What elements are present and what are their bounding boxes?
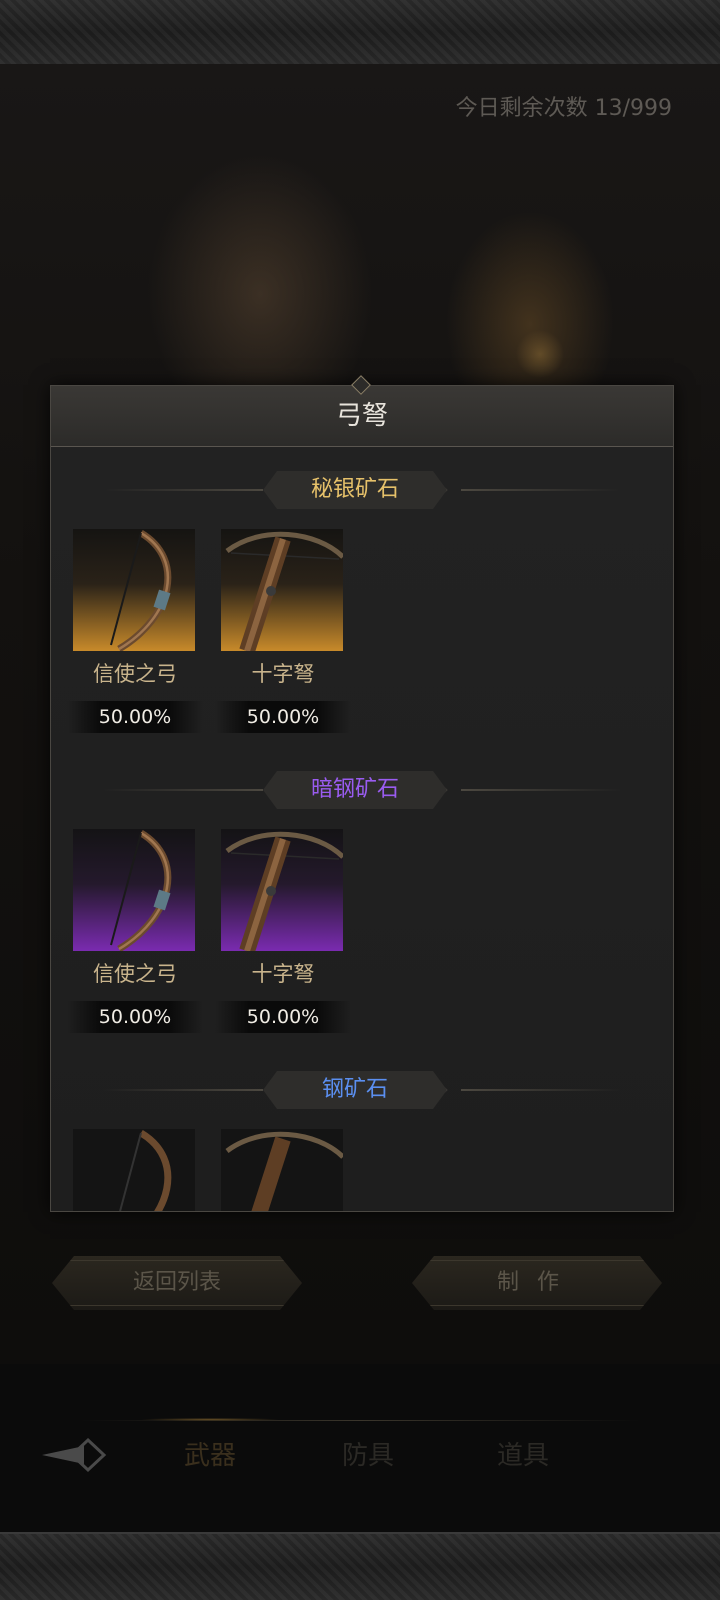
bottom-frame xyxy=(0,1532,720,1600)
bottom-nav: 武器 防具 道具 xyxy=(0,1418,720,1490)
tab-armor[interactable]: 防具 xyxy=(308,1434,428,1478)
tab-items[interactable]: 道具 xyxy=(463,1434,583,1478)
back-to-list-button[interactable]: 返回列表 xyxy=(52,1256,302,1310)
section-divider xyxy=(103,1089,263,1091)
bow-icon xyxy=(73,1129,195,1211)
make-button[interactable]: 制作 xyxy=(412,1256,662,1310)
section-divider xyxy=(461,789,621,791)
remaining-count: 今日剩余次数 13/999 xyxy=(455,96,672,121)
item-chance: 50.00% xyxy=(67,701,203,733)
diamond-arrow-left-icon[interactable] xyxy=(42,1432,112,1478)
item-chance: 50.00% xyxy=(67,1001,203,1033)
item-name: 十字弩 xyxy=(251,662,315,686)
section-title: 暗钢矿石 xyxy=(263,771,447,809)
recipe-dialog: 弓弩 秘银矿石 信使之弓 50.00% 十字弩 50.00% 暗钢矿石 信使之弓… xyxy=(50,375,674,1212)
active-tab-indicator xyxy=(140,1418,280,1421)
bow-icon xyxy=(73,829,195,951)
section-title: 钢矿石 xyxy=(263,1071,447,1109)
crossbow-icon xyxy=(221,529,343,651)
dialog-scroll-area[interactable]: 秘银矿石 信使之弓 50.00% 十字弩 50.00% 暗钢矿石 信使之弓 50… xyxy=(51,447,673,1211)
tab-weapons[interactable]: 武器 xyxy=(150,1434,270,1478)
item-name: 信使之弓 xyxy=(93,662,177,686)
bow-icon xyxy=(73,529,195,651)
dialog-title: 弓弩 xyxy=(335,401,388,431)
top-frame xyxy=(0,0,720,66)
item-name: 十字弩 xyxy=(251,962,315,986)
item-name: 信使之弓 xyxy=(93,962,177,986)
section-divider xyxy=(103,789,263,791)
item-chance: 50.00% xyxy=(215,1001,351,1033)
item-chance: 50.00% xyxy=(215,701,351,733)
crossbow-icon xyxy=(221,829,343,951)
section-divider xyxy=(103,489,263,491)
dialog-header: 弓弩 xyxy=(51,375,673,447)
section-divider xyxy=(461,489,621,491)
section-divider xyxy=(461,1089,621,1091)
section-title: 秘银矿石 xyxy=(263,471,447,509)
crossbow-icon xyxy=(221,1129,343,1211)
